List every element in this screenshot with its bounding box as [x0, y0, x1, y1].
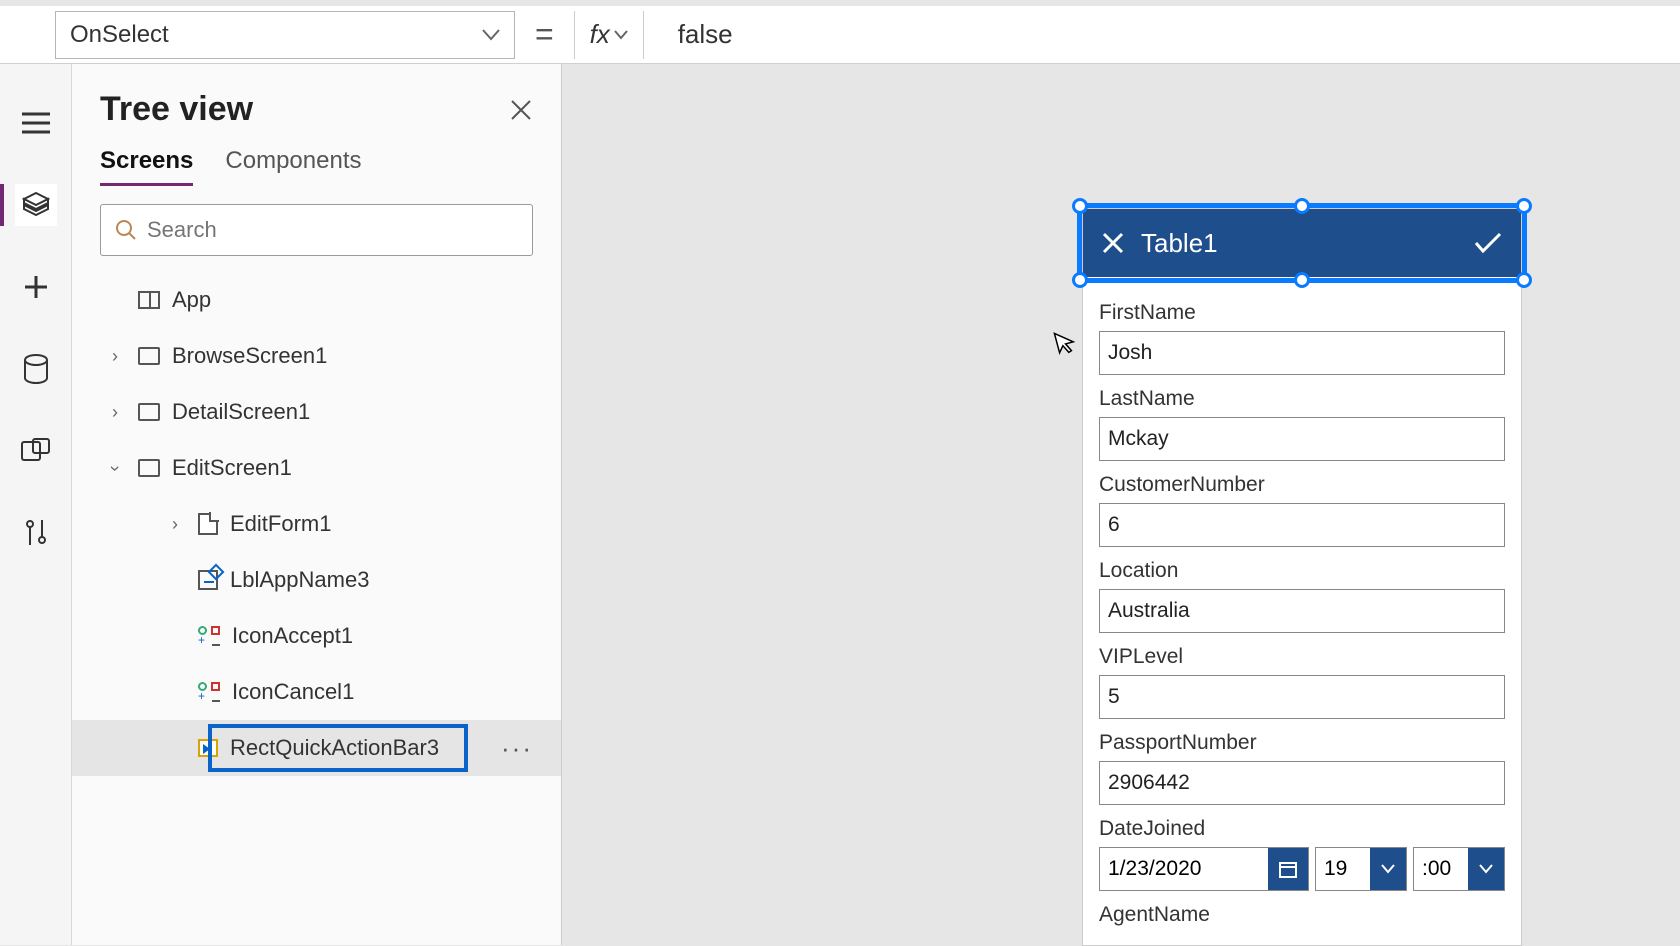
field-label-customernumber: CustomerNumber — [1099, 473, 1505, 497]
input-lastname[interactable]: Mckay — [1099, 417, 1505, 461]
tree-item-label: IconAccept1 — [232, 623, 353, 649]
insert-icon[interactable] — [15, 266, 57, 308]
media-icon[interactable] — [15, 430, 57, 472]
tree-view-icon[interactable] — [15, 184, 57, 226]
search-input[interactable] — [100, 204, 533, 256]
input-location[interactable]: Australia — [1099, 589, 1505, 633]
rectangle-icon — [198, 739, 218, 757]
input-passportnumber[interactable]: 2906442 — [1099, 761, 1505, 805]
input-viplevel[interactable]: 5 — [1099, 675, 1505, 719]
input-customernumber[interactable]: 6 — [1099, 503, 1505, 547]
chevron-down-icon — [1468, 848, 1504, 890]
tree-item-rect-quick-action-bar[interactable]: RectQuickActionBar3 ··· — [72, 720, 561, 776]
tree-item-label: LblAppName3 — [230, 567, 369, 593]
field-label-viplevel: VIPLevel — [1099, 645, 1505, 669]
input-date[interactable]: 1/23/2020 — [1099, 847, 1309, 891]
tree-item-label: DetailScreen1 — [172, 399, 310, 425]
screen-icon — [138, 459, 160, 477]
tree-view-panel: Tree view Screens Components App › Brows… — [72, 64, 562, 945]
more-icon[interactable]: ··· — [501, 733, 533, 764]
quick-action-bar[interactable]: Table1 — [1083, 209, 1521, 277]
hamburger-icon[interactable] — [15, 102, 57, 144]
tools-icon[interactable] — [15, 512, 57, 554]
screen-icon — [138, 403, 160, 421]
field-label-passportnumber: PassportNumber — [1099, 731, 1505, 755]
tree-item-browse-screen[interactable]: › BrowseScreen1 — [72, 328, 561, 384]
screen-icon — [138, 347, 160, 365]
chevron-right-icon: › — [164, 514, 186, 535]
label-icon — [198, 570, 218, 590]
field-label-firstname: FirstName — [1099, 301, 1505, 325]
icon-control-icon: + — [198, 626, 220, 646]
tree-item-edit-screen[interactable]: › EditScreen1 — [72, 440, 561, 496]
chevron-down-icon — [482, 29, 500, 41]
search-icon — [115, 219, 137, 241]
fx-button[interactable]: fx — [574, 11, 644, 59]
chevron-down-icon: › — [105, 457, 126, 479]
formula-input[interactable]: false — [658, 11, 1680, 59]
calendar-icon[interactable] — [1268, 848, 1308, 890]
field-label-datejoined: DateJoined — [1099, 817, 1505, 841]
tab-screens[interactable]: Screens — [100, 147, 193, 186]
icon-control-icon: + — [198, 682, 220, 702]
tree-item-label: EditScreen1 — [172, 455, 292, 481]
chevron-right-icon: › — [104, 346, 126, 367]
form-icon — [198, 513, 218, 535]
cancel-icon[interactable] — [1101, 231, 1125, 255]
tree-title: Tree view — [100, 90, 253, 129]
chevron-right-icon: › — [104, 402, 126, 423]
formula-bar: OnSelect = fx false — [0, 6, 1680, 64]
canvas: Table1 FirstName Josh LastName Mckay Cus… — [562, 64, 1680, 945]
tree-list: App › BrowseScreen1 › DetailScreen1 › Ed… — [72, 266, 561, 776]
property-dropdown[interactable]: OnSelect — [55, 11, 515, 59]
tree-tabs: Screens Components — [72, 129, 561, 186]
close-icon[interactable] — [509, 98, 533, 122]
edit-form: FirstName Josh LastName Mckay CustomerNu… — [1083, 277, 1521, 945]
formula-value: false — [678, 19, 733, 50]
tree-item-label: RectQuickActionBar3 — [230, 735, 439, 761]
chevron-down-icon — [614, 30, 628, 40]
input-firstname[interactable]: Josh — [1099, 331, 1505, 375]
tree-item-app[interactable]: App — [72, 272, 561, 328]
tab-components[interactable]: Components — [225, 147, 361, 186]
cursor-icon — [1052, 327, 1078, 357]
select-minute[interactable]: :00 — [1413, 847, 1505, 891]
field-label-lastname: LastName — [1099, 387, 1505, 411]
tree-item-icon-accept[interactable]: + IconAccept1 — [72, 608, 561, 664]
chevron-down-icon — [1370, 848, 1406, 890]
tree-item-lbl-app-name[interactable]: LblAppName3 — [72, 552, 561, 608]
tree-item-label: EditForm1 — [230, 511, 331, 537]
tree-item-label: BrowseScreen1 — [172, 343, 327, 369]
tree-item-edit-form[interactable]: › EditForm1 — [72, 496, 561, 552]
property-name: OnSelect — [70, 21, 169, 49]
accept-icon[interactable] — [1473, 231, 1503, 255]
data-icon[interactable] — [15, 348, 57, 390]
edit-screen-preview: Table1 FirstName Josh LastName Mckay Cus… — [1082, 208, 1522, 946]
field-label-agentname: AgentName — [1099, 903, 1505, 927]
left-rail — [0, 64, 72, 945]
tree-item-detail-screen[interactable]: › DetailScreen1 — [72, 384, 561, 440]
title-label: Table1 — [1141, 228, 1457, 259]
tree-item-label: IconCancel1 — [232, 679, 354, 705]
field-label-location: Location — [1099, 559, 1505, 583]
search-field[interactable] — [147, 217, 518, 243]
app-icon — [138, 291, 160, 309]
tree-item-icon-cancel[interactable]: + IconCancel1 — [72, 664, 561, 720]
select-hour[interactable]: 19 — [1315, 847, 1407, 891]
tree-item-label: App — [172, 287, 211, 313]
fx-icon: fx — [590, 19, 610, 50]
equals-sign: = — [529, 16, 560, 53]
